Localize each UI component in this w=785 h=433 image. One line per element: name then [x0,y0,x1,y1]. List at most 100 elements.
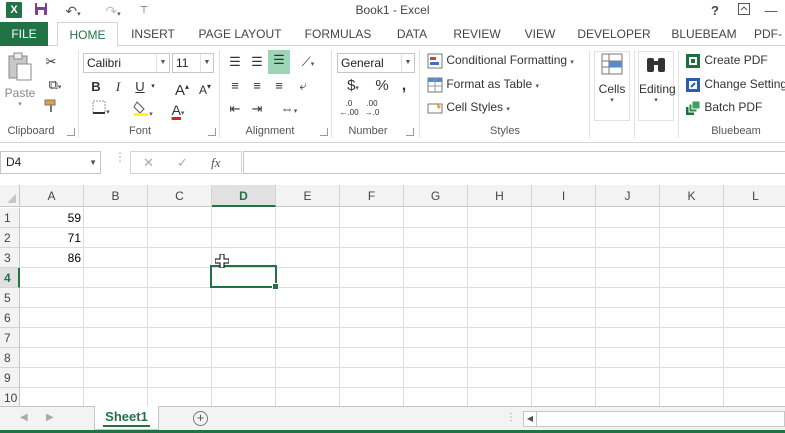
tab-pdf[interactable]: PDF- [754,22,785,46]
cancel-icon[interactable]: ✕ [143,155,154,171]
row-header-9[interactable]: 9 [0,368,20,388]
batch-pdf-button[interactable]: Batch PDF [685,100,762,116]
clipboard-launcher-icon[interactable] [67,128,75,136]
minimize-icon[interactable]: — [763,2,779,20]
percent-button[interactable]: % [372,76,392,96]
row-header-3[interactable]: 3 [0,248,20,268]
select-all-button[interactable] [0,185,20,207]
row-header-4[interactable]: 4 [0,268,20,288]
tab-split-handle[interactable]: ⋮ [506,412,516,423]
cell-area[interactable] [20,208,785,408]
decrease-font-icon[interactable]: A▾ [195,77,215,97]
active-cell-d4[interactable] [210,265,279,290]
column-header-a[interactable]: A [20,185,84,207]
currency-button[interactable]: $▾ [339,76,367,96]
sheet-tab-sheet1[interactable]: Sheet1 [94,406,159,430]
scroll-left-icon[interactable]: ◀ [524,412,537,426]
enter-icon[interactable]: ✓ [177,155,188,171]
decrease-decimal-icon[interactable]: .00 →.0 [362,99,382,119]
increase-font-icon[interactable]: A▴ [172,77,192,99]
italic-button[interactable]: I [108,77,128,97]
copy-icon[interactable]: ⧉▾ [41,75,69,95]
row-header-1[interactable]: 1 [0,208,20,228]
editing-button[interactable]: Editing ▾ [638,51,676,121]
create-pdf-label: Create PDF [704,53,768,68]
underline-button[interactable]: U [130,77,150,97]
row-header-7[interactable]: 7 [0,328,20,348]
decrease-indent-icon[interactable]: ⇤ [225,99,245,119]
row-header-2[interactable]: 2 [0,228,20,248]
insert-function-icon[interactable]: fx [211,155,220,171]
center-icon[interactable]: ≡ [247,76,267,96]
number-launcher-icon[interactable] [406,128,414,136]
row-header-10[interactable]: 10 [0,388,20,408]
font-size-select[interactable]: 11 ▼ [172,53,214,73]
column-header-g[interactable]: G [404,185,468,207]
comma-button[interactable]: , [394,76,414,96]
top-align-icon[interactable]: ☰ [225,52,245,72]
cell-a1[interactable]: 59 [20,208,83,228]
row-header-8[interactable]: 8 [0,348,20,368]
merge-center-icon[interactable]: ⇔▾ [274,99,304,119]
tab-view[interactable]: VIEW [518,22,562,46]
column-header-i[interactable]: I [532,185,596,207]
formula-bar-resize-handle[interactable]: ⋮ [114,151,126,163]
name-box[interactable]: D4 ▼ [0,151,101,174]
tab-page-layout[interactable]: PAGE LAYOUT [190,22,290,46]
column-header-h[interactable]: H [468,185,532,207]
column-header-f[interactable]: F [340,185,404,207]
prev-sheet-icon[interactable]: ◀ [20,412,28,423]
column-header-k[interactable]: K [660,185,724,207]
tab-insert[interactable]: INSERT [122,22,184,46]
horizontal-scrollbar[interactable]: ◀ [523,411,785,427]
wrap-text-icon[interactable]: ⤶ [293,76,313,96]
align-left-icon[interactable]: ≡ [225,76,245,96]
column-header-c[interactable]: C [148,185,212,207]
tab-bluebeam[interactable]: BLUEBEAM [664,22,744,46]
tab-developer[interactable]: DEVELOPER [574,22,654,46]
formula-input[interactable] [243,151,785,174]
row-header-5[interactable]: 5 [0,288,20,308]
paste-button[interactable]: Paste ▾ [4,52,36,116]
font-launcher-icon[interactable] [208,128,216,136]
add-sheet-button[interactable]: + [193,411,208,426]
tab-formulas[interactable]: FORMULAS [298,22,378,46]
alignment-launcher-icon[interactable] [320,128,328,136]
borders-icon[interactable]: ▾ [86,100,116,120]
tab-review[interactable]: REVIEW [447,22,507,46]
help-button[interactable]: ? [707,2,723,20]
change-settings-button[interactable]: Change Settings [685,77,785,93]
bold-button[interactable]: B [86,77,106,97]
increase-decimal-icon[interactable]: .0 ←.00 [339,99,359,119]
fill-color-icon[interactable]: ▾ [128,100,158,120]
middle-align-icon[interactable]: ☰ [247,52,267,72]
cell-a3[interactable]: 86 [20,248,83,268]
cell-styles-button[interactable]: Cell Styles ▾ [427,100,510,116]
column-header-b[interactable]: B [84,185,148,207]
cells-button[interactable]: Cells ▾ [594,51,630,121]
column-header-d[interactable]: D [212,185,276,207]
row-header-6[interactable]: 6 [0,308,20,328]
column-header-l[interactable]: L [724,185,785,207]
orientation-icon[interactable]: ⟋▾ [293,52,323,72]
number-format-select[interactable]: General ▼ [337,53,415,73]
column-header-j[interactable]: J [596,185,660,207]
column-header-e[interactable]: E [276,185,340,207]
increase-indent-icon[interactable]: ⇥ [247,99,267,119]
tab-file[interactable]: FILE [0,22,48,46]
font-family-select[interactable]: Calibri ▼ [83,53,170,73]
next-sheet-icon[interactable]: ▶ [46,412,54,423]
cut-icon[interactable]: ✂ [41,52,61,72]
conditional-formatting-button[interactable]: Conditional Formatting ▾ [427,53,574,69]
ribbon-display-options-icon[interactable] [736,2,752,20]
tab-home[interactable]: HOME [57,22,118,47]
format-as-table-button[interactable]: Format as Table ▾ [427,77,539,93]
tab-data[interactable]: DATA [389,22,435,46]
align-right-icon[interactable]: ≡ [269,76,289,96]
cell-a2[interactable]: 71 [20,228,83,248]
underline-dropdown-icon[interactable]: ▾ [148,77,158,97]
font-color-icon[interactable]: A▾ [163,100,193,120]
format-painter-icon[interactable] [41,98,61,118]
create-pdf-button[interactable]: Create PDF [685,53,768,69]
bottom-align-icon[interactable]: ☰ [268,50,290,74]
